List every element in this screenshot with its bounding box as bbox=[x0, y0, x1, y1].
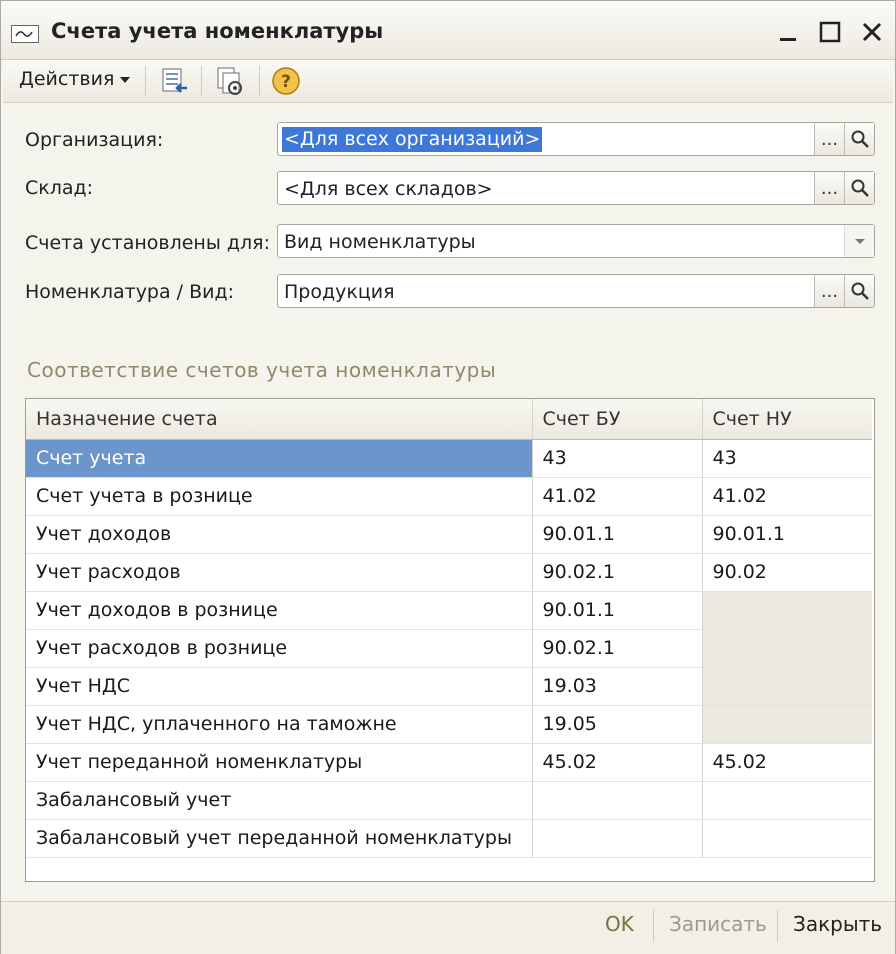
toolbar-separator bbox=[259, 66, 260, 96]
toolbar-separator bbox=[201, 66, 202, 96]
table-row[interactable]: Забалансовый учет переданной номенклатур… bbox=[26, 819, 872, 858]
cell-account-nu[interactable] bbox=[702, 667, 872, 706]
item-kind-field[interactable]: Продукция ... bbox=[277, 274, 875, 308]
accounts-for-select[interactable]: Вид номенклатуры bbox=[277, 224, 875, 258]
form-icon bbox=[11, 25, 39, 43]
organization-value: <Для всех организаций> bbox=[282, 127, 543, 152]
ok-button[interactable]: OK bbox=[605, 912, 634, 936]
search-icon[interactable] bbox=[844, 275, 874, 307]
cell-purpose[interactable]: Забалансовый учет bbox=[26, 781, 533, 820]
cell-purpose[interactable]: Учет переданной номенклатуры bbox=[26, 743, 533, 782]
cell-account-nu[interactable] bbox=[702, 781, 872, 820]
select-button-label: ... bbox=[820, 177, 839, 199]
item-kind-label: Номенклатура / Вид: bbox=[25, 281, 235, 303]
table-row[interactable]: Забалансовый учет bbox=[26, 781, 872, 820]
cell-purpose[interactable]: Учет доходов bbox=[26, 515, 533, 554]
cell-account-bu[interactable]: 90.01.1 bbox=[532, 591, 703, 630]
cell-account-bu[interactable]: 90.02.1 bbox=[532, 553, 703, 592]
window-title: Счета учета номенклатуры bbox=[51, 19, 384, 43]
cell-account-nu[interactable]: 90.01.1 bbox=[702, 515, 872, 554]
copy-settings-icon[interactable] bbox=[213, 64, 247, 98]
cell-account-bu[interactable]: 43 bbox=[532, 439, 703, 478]
title-bar[interactable]: Счета учета номенклатуры bbox=[1, 1, 895, 60]
footer-separator bbox=[653, 910, 654, 942]
table-row[interactable]: Учет доходов 90.01.1 90.01.1 bbox=[26, 515, 872, 554]
cell-purpose[interactable]: Учет расходов bbox=[26, 553, 533, 592]
organization-field[interactable]: <Для всех организаций> ... bbox=[277, 122, 875, 156]
accounts-for-value: Вид номенклатуры bbox=[284, 231, 476, 253]
caret-down-icon bbox=[120, 76, 131, 83]
actions-menu-button[interactable]: Действия bbox=[19, 68, 131, 90]
list-export-icon[interactable] bbox=[157, 64, 191, 98]
cell-account-nu[interactable]: 45.02 bbox=[702, 743, 872, 782]
column-header-bu[interactable]: Счет БУ bbox=[532, 399, 703, 440]
minimize-icon[interactable] bbox=[775, 19, 801, 45]
maximize-icon[interactable] bbox=[817, 19, 843, 45]
help-icon[interactable]: ? bbox=[269, 64, 303, 98]
footer-separator bbox=[777, 910, 778, 942]
table-row[interactable]: Счет учета в рознице 41.02 41.02 bbox=[26, 477, 872, 516]
cell-account-bu[interactable]: 41.02 bbox=[532, 477, 703, 516]
cell-account-nu[interactable]: 41.02 bbox=[702, 477, 872, 516]
table-row[interactable]: Учет НДС, уплаченного на таможне 19.05 bbox=[26, 705, 872, 744]
section-title: Соответствие счетов учета номенклатуры bbox=[27, 358, 497, 382]
accounts-table[interactable]: Назначение счета Счет БУ Счет НУ Счет уч… bbox=[25, 398, 875, 882]
search-icon[interactable] bbox=[844, 172, 874, 204]
cell-purpose[interactable]: Учет НДС bbox=[26, 667, 533, 706]
save-button[interactable]: Записать bbox=[669, 912, 767, 936]
cell-account-nu[interactable] bbox=[702, 629, 872, 668]
toolbar: Действия ? bbox=[3, 60, 893, 103]
svg-text:?: ? bbox=[281, 72, 291, 92]
close-button[interactable]: Закрыть bbox=[793, 912, 882, 936]
warehouse-label: Склад: bbox=[25, 177, 94, 199]
column-header-purpose[interactable]: Назначение счета bbox=[26, 399, 533, 440]
select-button-label: ... bbox=[820, 280, 839, 302]
search-icon[interactable] bbox=[844, 123, 874, 155]
table-row[interactable]: Счет учета 43 43 bbox=[26, 439, 872, 478]
chevron-down-icon[interactable] bbox=[844, 225, 874, 257]
cell-account-bu[interactable]: 90.01.1 bbox=[532, 515, 703, 554]
cell-purpose[interactable]: Учет доходов в рознице bbox=[26, 591, 533, 630]
toolbar-separator bbox=[145, 66, 146, 96]
cell-account-nu[interactable]: 90.02 bbox=[702, 553, 872, 592]
cell-account-bu[interactable]: 45.02 bbox=[532, 743, 703, 782]
dialog-window: Счета учета номенклатуры Действия ? Орга… bbox=[0, 0, 896, 954]
actions-menu-label: Действия bbox=[19, 68, 115, 90]
warehouse-select-button[interactable]: ... bbox=[814, 172, 844, 204]
item-kind-select-button[interactable]: ... bbox=[814, 275, 844, 307]
warehouse-value: <Для всех складов> bbox=[284, 178, 493, 200]
cell-purpose[interactable]: Забалансовый учет переданной номенклатур… bbox=[26, 819, 533, 858]
table-row[interactable]: Учет доходов в рознице 90.01.1 bbox=[26, 591, 872, 630]
table-row[interactable]: Учет НДС 19.03 bbox=[26, 667, 872, 706]
cell-account-bu[interactable]: 19.03 bbox=[532, 667, 703, 706]
cell-purpose[interactable]: Счет учета bbox=[26, 439, 533, 478]
organization-label: Организация: bbox=[25, 129, 164, 151]
cell-purpose[interactable]: Учет НДС, уплаченного на таможне bbox=[26, 705, 533, 744]
cell-account-nu[interactable] bbox=[702, 705, 872, 744]
table-row[interactable]: Учет переданной номенклатуры 45.02 45.02 bbox=[26, 743, 872, 782]
table-header-row: Назначение счета Счет БУ Счет НУ bbox=[26, 399, 872, 440]
cell-account-bu[interactable]: 19.05 bbox=[532, 705, 703, 744]
cell-account-bu[interactable] bbox=[532, 781, 703, 820]
table-row[interactable]: Учет расходов 90.02.1 90.02 bbox=[26, 553, 872, 592]
cell-account-nu[interactable] bbox=[702, 819, 872, 858]
accounts-for-label: Счета установлены для: bbox=[25, 232, 270, 254]
item-kind-value: Продукция bbox=[284, 281, 395, 303]
cell-account-bu[interactable]: 90.02.1 bbox=[532, 629, 703, 668]
cell-account-bu[interactable] bbox=[532, 819, 703, 858]
organization-select-button[interactable]: ... bbox=[814, 123, 844, 155]
column-header-nu[interactable]: Счет НУ bbox=[702, 399, 872, 440]
footer-bar: OK Записать Закрыть bbox=[1, 901, 895, 954]
warehouse-field[interactable]: <Для всех складов> ... bbox=[277, 171, 875, 205]
cell-account-nu[interactable]: 43 bbox=[702, 439, 872, 478]
select-button-label: ... bbox=[820, 128, 839, 150]
cell-account-nu[interactable] bbox=[702, 591, 872, 630]
cell-purpose[interactable]: Счет учета в рознице bbox=[26, 477, 533, 516]
close-icon[interactable] bbox=[859, 19, 885, 45]
table-row[interactable]: Учет расходов в рознице 90.02.1 bbox=[26, 629, 872, 668]
cell-purpose[interactable]: Учет расходов в рознице bbox=[26, 629, 533, 668]
